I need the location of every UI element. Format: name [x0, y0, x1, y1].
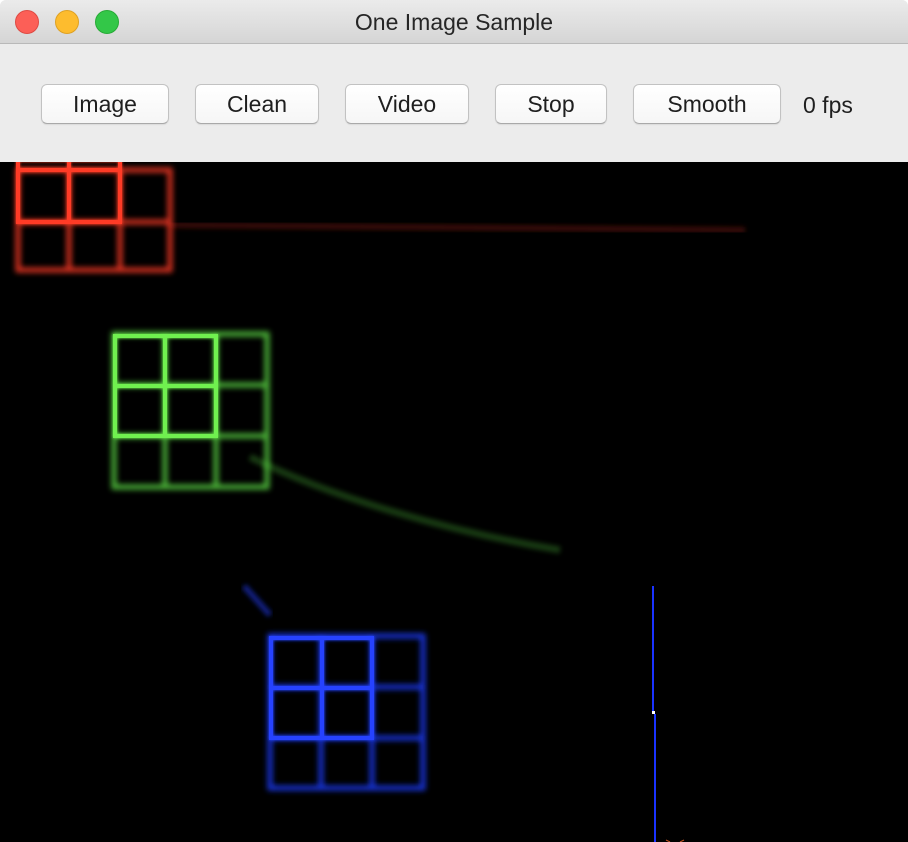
render-canvas[interactable]	[0, 162, 908, 842]
fps-readout: 0 fps	[803, 92, 853, 118]
video-button[interactable]: Video	[345, 84, 469, 124]
image-button[interactable]: Image	[41, 84, 169, 124]
blue-vertical-line	[652, 586, 685, 842]
smooth-button[interactable]: Smooth	[633, 84, 781, 124]
render-view[interactable]	[0, 162, 908, 842]
clean-button[interactable]: Clean	[195, 84, 319, 124]
window-title: One Image Sample	[354, 9, 554, 35]
app-window: One Image Sample Image Clean Video Stop …	[0, 0, 908, 842]
red-grid	[16, 162, 122, 224]
blue-trail	[241, 583, 273, 618]
blue-grid	[269, 636, 374, 740]
green-trail	[248, 453, 561, 554]
blue-grid-shadow	[267, 633, 426, 791]
toolbar: Image Clean Video Stop Smooth 0 fps	[0, 44, 908, 162]
green-grid-shadow	[111, 331, 270, 490]
red-trail	[169, 222, 746, 233]
stop-button[interactable]: Stop	[495, 84, 607, 124]
green-grid	[113, 334, 218, 438]
title-bar[interactable]: One Image Sample	[0, 0, 908, 44]
